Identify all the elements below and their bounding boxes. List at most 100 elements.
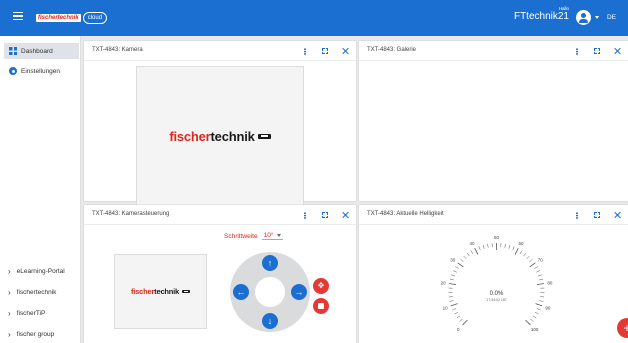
app-logo[interactable]: fischertechnik cloud <box>36 12 108 24</box>
card-header: TXT-4843: Kamerasteuerung <box>84 205 356 225</box>
gauge-minor-tick <box>529 259 533 263</box>
close-icon[interactable] <box>612 46 622 56</box>
gauge-tick-label: 60 <box>519 241 525 246</box>
gauge-minor-tick <box>539 278 544 281</box>
close-icon[interactable] <box>340 46 350 56</box>
fullscreen-icon[interactable] <box>592 210 602 220</box>
gauge-minor-tick <box>534 311 539 315</box>
chevron-right-icon: › <box>8 287 11 297</box>
link-label: fischertechnik <box>16 288 57 296</box>
close-icon[interactable] <box>612 210 622 220</box>
card-title: TXT-4843: Aktuelle Helligkeit <box>367 211 444 217</box>
gauge-minor-tick <box>487 243 489 248</box>
logo-word-dark: technik <box>154 287 180 296</box>
gauge-minor-tick <box>539 300 544 302</box>
gauge-major-tick <box>525 319 531 326</box>
link-elearning-portal[interactable]: › eLearning-Portal <box>0 261 81 281</box>
gauge-tick-label: 0 <box>457 327 460 331</box>
more-vert-icon[interactable] <box>300 210 310 220</box>
pan-up-button[interactable]: ↑ <box>262 255 278 271</box>
gauge-minor-tick <box>452 270 457 273</box>
brand-logo: fischertechnik <box>36 14 81 22</box>
logo-word-dark: technik <box>210 128 255 144</box>
link-fischertip[interactable]: › fischerTiP <box>0 303 81 323</box>
gauge-minor-tick <box>536 270 541 273</box>
fullscreen-icon[interactable] <box>592 46 602 56</box>
more-vert-icon[interactable] <box>572 210 582 220</box>
gallery-card: TXT-4843: Galerie <box>359 41 628 201</box>
gauge-tick-label: 20 <box>441 281 447 286</box>
stop-icon <box>318 303 324 309</box>
gauge-minor-tick <box>537 274 542 277</box>
camera-control-card: TXT-4843: Kamerasteuerung Schrittweite 1… <box>84 205 356 343</box>
account-icon[interactable] <box>576 10 591 25</box>
camera-preview: fischer technik <box>114 254 207 329</box>
link-label: eLearning-Portal <box>16 267 65 275</box>
username: FTtechnik21 <box>513 11 569 22</box>
gauge-minor-tick <box>454 311 459 315</box>
sidebar-item-label: Dashboard <box>21 47 53 55</box>
logo-mark-icon <box>257 133 271 139</box>
camera-card: TXT-4843: Kamera fischer technik <box>84 41 356 206</box>
dashboard-icon <box>9 47 17 55</box>
gauge-minor-tick <box>526 255 530 260</box>
fullscreen-icon[interactable] <box>320 46 330 56</box>
hamburger-menu-icon[interactable] <box>13 12 23 21</box>
fischertechnik-logo: fischer technik <box>169 128 271 144</box>
gauge-tick-label: 100 <box>531 327 539 331</box>
stop-button[interactable] <box>313 298 329 314</box>
card-actions <box>572 45 622 57</box>
pan-down-button[interactable]: ↓ <box>262 313 278 329</box>
gauge-major-tick <box>535 303 543 307</box>
sidebar-item-settings[interactable]: Einstellungen <box>4 63 79 79</box>
gauge-minor-tick <box>459 318 463 322</box>
gauge-minor-tick <box>451 274 456 277</box>
gauge-tick-label: 70 <box>538 257 544 262</box>
top-app-bar: fischertechnik cloud Hallo FTtechnik21 D… <box>0 0 628 36</box>
gauge-minor-tick <box>530 318 534 322</box>
logo-mark-icon <box>182 290 191 293</box>
gauge-tick-label: 10 <box>443 306 449 311</box>
link-label: fischer group <box>16 330 55 338</box>
gauge-minor-tick <box>449 278 454 281</box>
sidebar-item-dashboard[interactable]: Dashboard <box>4 43 79 59</box>
pan-left-button[interactable]: ← <box>233 284 249 300</box>
card-actions <box>300 209 350 221</box>
logo-word-red: fischer <box>169 128 211 144</box>
center-camera-button[interactable]: ✥ <box>313 278 329 294</box>
gauge-tick-label: 90 <box>545 306 551 311</box>
logo-word-red: fischer <box>130 287 155 296</box>
brightness-card: TXT-4843: Aktuelle Helligkeit 0 10 20 30 40 5… <box>359 205 628 343</box>
sidebar: Dashboard Einstellungen › eLearning-Port… <box>0 36 81 343</box>
gauge-major-tick <box>536 283 544 285</box>
step-size-value: 10° <box>263 232 274 239</box>
fischertechnik-logo: fischer technik <box>130 287 191 296</box>
step-size-select[interactable]: 10° <box>261 232 284 240</box>
link-fischertechnik[interactable]: › fischertechnik <box>0 282 81 302</box>
pan-right-button[interactable]: → <box>291 284 307 300</box>
more-vert-icon[interactable] <box>300 46 310 56</box>
gauge-major-tick <box>457 262 464 268</box>
chevron-right-icon: › <box>8 308 11 318</box>
gauge-minor-tick <box>523 252 527 257</box>
account-dropdown-icon[interactable] <box>595 16 599 19</box>
close-icon[interactable] <box>340 210 350 220</box>
gauge-minor-tick <box>519 250 523 254</box>
more-vert-icon[interactable] <box>572 46 582 56</box>
gauge-tick-label: 50 <box>494 235 500 240</box>
gauge-tick-label: 30 <box>450 257 456 262</box>
gauge-minor-tick <box>478 246 481 251</box>
dpad-center <box>255 277 285 307</box>
link-fischer-group[interactable]: › fischer group <box>0 324 81 343</box>
gauge-major-tick <box>529 262 536 268</box>
gauge-minor-tick <box>466 252 470 257</box>
chevron-down-icon <box>277 234 282 237</box>
gauge-minor-tick <box>532 315 537 319</box>
sidebar-item-label: Einstellungen <box>21 67 61 75</box>
gauge-minor-tick <box>455 266 459 269</box>
gauge-minor-tick <box>452 308 457 311</box>
fullscreen-icon[interactable] <box>320 210 330 220</box>
language-selector[interactable]: DE <box>607 14 616 21</box>
gauge-minor-tick <box>512 246 515 251</box>
gauge-tick-label: 80 <box>547 281 553 286</box>
